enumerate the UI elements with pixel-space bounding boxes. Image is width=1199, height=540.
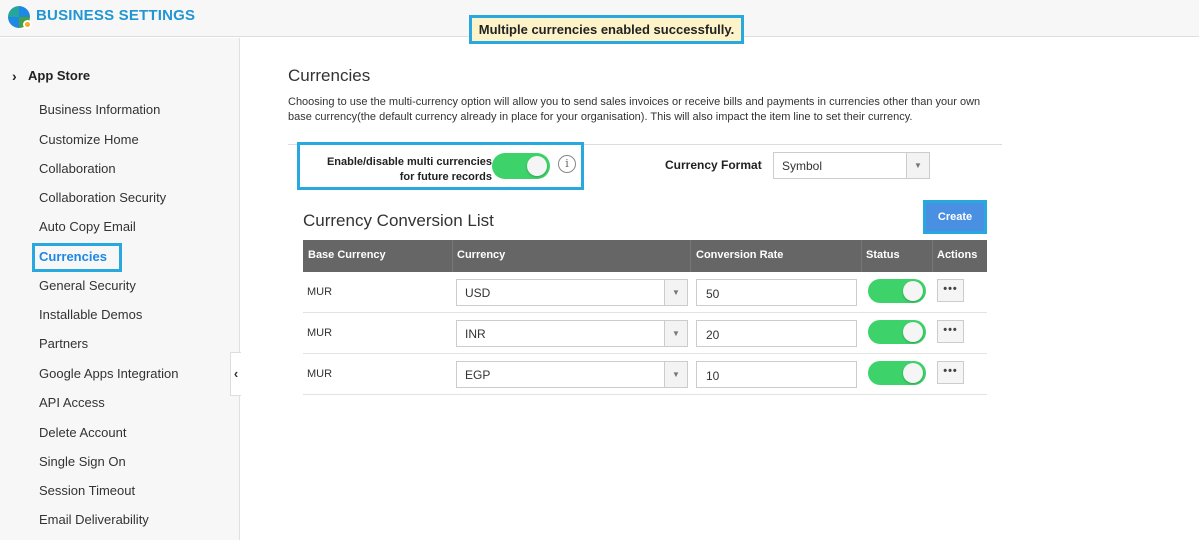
more-actions-button[interactable]: ••• bbox=[937, 320, 964, 343]
caret-down-icon: ▼ bbox=[906, 153, 929, 178]
currency-format-label: Currency Format bbox=[665, 158, 762, 172]
caret-down-icon: ▼ bbox=[664, 321, 687, 346]
conversion-table: Base Currency Currency Conversion Rate S… bbox=[303, 240, 987, 395]
conversion-rate-input[interactable]: 20 bbox=[696, 320, 857, 347]
multi-currency-toggle-label: Enable/disable multi currencies for futu… bbox=[326, 156, 492, 183]
table-row: MUR INR ▼ 20 ••• bbox=[303, 313, 987, 354]
create-button[interactable]: Create bbox=[923, 200, 987, 234]
col-conversion-rate: Conversion Rate bbox=[696, 249, 784, 261]
sidebar-item-google-apps-integration[interactable]: Google Apps Integration bbox=[39, 366, 179, 381]
conversion-rate-input[interactable]: 10 bbox=[696, 361, 857, 388]
chevron-right-icon: › bbox=[12, 68, 17, 84]
status-toggle[interactable] bbox=[868, 361, 926, 385]
page-description: Choosing to use the multi-currency optio… bbox=[288, 96, 981, 123]
chevron-left-icon: ‹ bbox=[233, 366, 239, 381]
sidebar-item-auto-copy-email[interactable]: Auto Copy Email bbox=[39, 219, 136, 234]
base-currency-cell: MUR bbox=[307, 327, 333, 339]
more-actions-button[interactable]: ••• bbox=[937, 361, 964, 384]
conversion-list-title: Currency Conversion List bbox=[303, 211, 494, 230]
base-currency-cell: MUR bbox=[307, 368, 333, 380]
info-icon[interactable]: i bbox=[558, 155, 576, 173]
collapse-sidebar-button[interactable]: ‹ bbox=[230, 352, 241, 396]
currency-select[interactable]: USD ▼ bbox=[456, 279, 688, 306]
sidebar-item-delete-account[interactable]: Delete Account bbox=[39, 425, 126, 440]
sidebar-item-business-information[interactable]: Business Information bbox=[39, 102, 160, 117]
sidebar-item-api-access[interactable]: API Access bbox=[39, 395, 105, 410]
col-base-currency: Base Currency bbox=[308, 249, 386, 261]
sidebar-item-single-sign-on[interactable]: Single Sign On bbox=[39, 454, 126, 469]
sidebar-item-collaboration[interactable]: Collaboration bbox=[39, 161, 116, 176]
sidebar-item-partners[interactable]: Partners bbox=[39, 336, 88, 351]
more-actions-button[interactable]: ••• bbox=[937, 279, 964, 302]
main-content: Currencies Choosing to use the multi-cur… bbox=[241, 38, 1199, 540]
caret-down-icon: ▼ bbox=[664, 280, 687, 305]
multi-currency-toggle-group: Enable/disable multi currencies for futu… bbox=[297, 142, 584, 190]
col-status: Status bbox=[866, 249, 900, 261]
app-title: BUSINESS SETTINGS bbox=[36, 7, 196, 24]
sidebar-item-general-security[interactable]: General Security bbox=[39, 278, 136, 293]
table-row: MUR USD ▼ 50 ••• bbox=[303, 272, 987, 313]
app-logo-icon bbox=[8, 6, 32, 29]
currency-format-select[interactable]: Symbol ▼ bbox=[773, 152, 930, 179]
success-toast: Multiple currencies enabled successfully… bbox=[469, 15, 744, 44]
sidebar-item-email-deliverability[interactable]: Email Deliverability bbox=[39, 512, 149, 527]
sidebar-item-session-timeout[interactable]: Session Timeout bbox=[39, 483, 135, 498]
sidebar: › App Store Business Information Customi… bbox=[0, 38, 240, 540]
sidebar-item-currencies[interactable]: Currencies bbox=[39, 249, 107, 264]
caret-down-icon: ▼ bbox=[664, 362, 687, 387]
sidebar-item-installable-demos[interactable]: Installable Demos bbox=[39, 307, 142, 322]
conversion-rate-input[interactable]: 50 bbox=[696, 279, 857, 306]
currency-select[interactable]: INR ▼ bbox=[456, 320, 688, 347]
multi-currency-toggle[interactable] bbox=[492, 153, 550, 179]
sidebar-heading-app-store[interactable]: › App Store bbox=[12, 68, 90, 84]
status-toggle[interactable] bbox=[868, 279, 926, 303]
sidebar-item-collaboration-security[interactable]: Collaboration Security bbox=[39, 190, 166, 205]
col-actions: Actions bbox=[937, 249, 978, 261]
currency-select[interactable]: EGP ▼ bbox=[456, 361, 688, 388]
sidebar-item-customize-home[interactable]: Customize Home bbox=[39, 132, 139, 147]
page-title: Currencies bbox=[288, 66, 371, 85]
base-currency-cell: MUR bbox=[307, 286, 333, 298]
table-header: Base Currency Currency Conversion Rate S… bbox=[303, 240, 987, 272]
status-toggle[interactable] bbox=[868, 320, 926, 344]
table-row: MUR EGP ▼ 10 ••• bbox=[303, 354, 987, 395]
col-currency: Currency bbox=[457, 249, 506, 261]
